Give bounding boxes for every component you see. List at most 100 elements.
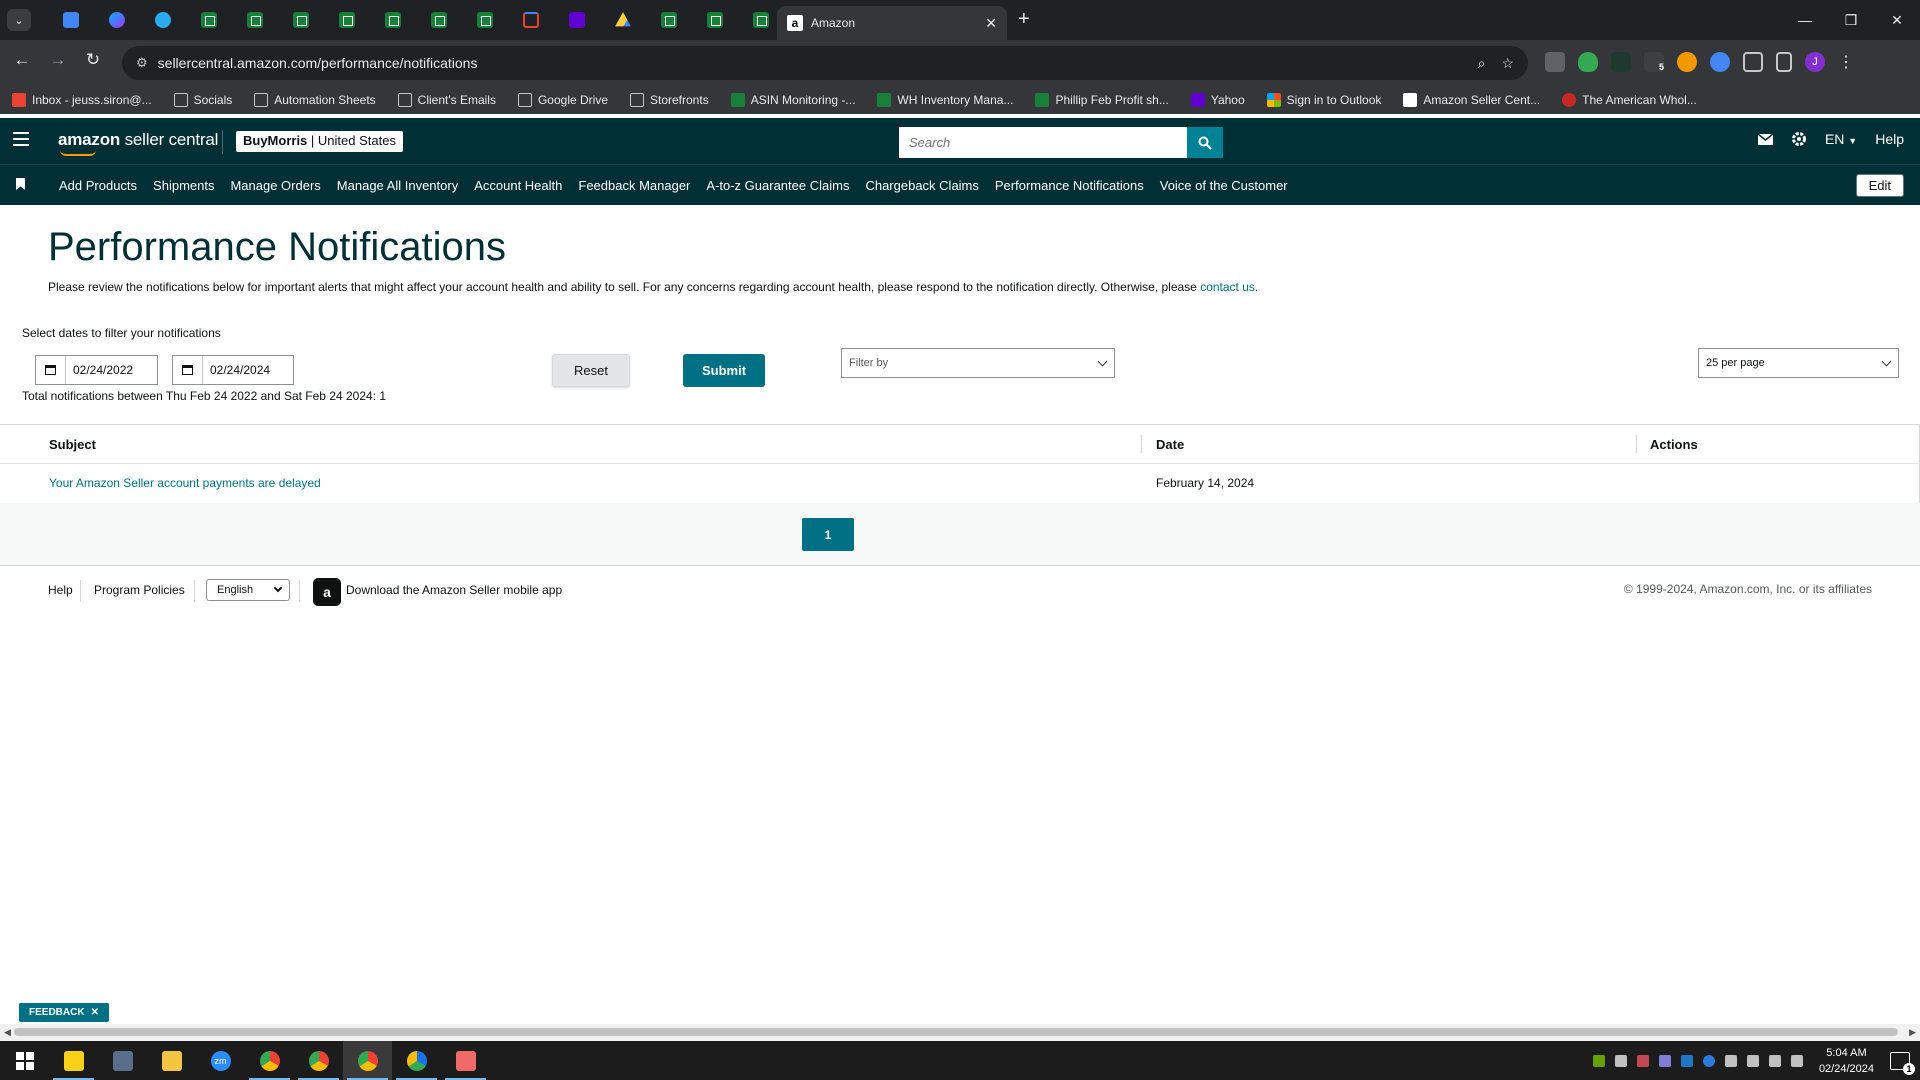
submit-button[interactable]: Submit <box>683 354 765 387</box>
filter-by-select[interactable]: Filter by <box>841 348 1115 378</box>
nav-feedback-manager[interactable]: Feedback Manager <box>578 178 690 193</box>
puzzle-icon[interactable] <box>1743 52 1763 72</box>
footer-help-link[interactable]: Help <box>48 583 73 597</box>
nav-manage-orders[interactable]: Manage Orders <box>230 178 320 193</box>
pinned-tab-messenger[interactable] <box>94 10 140 30</box>
nvidia-icon[interactable] <box>1592 1054 1605 1067</box>
bookmark-folder[interactable]: Client's Emails <box>397 93 496 107</box>
nav-performance-notifications[interactable]: Performance Notifications <box>995 178 1144 193</box>
pinned-tab-sheets[interactable] <box>692 10 738 30</box>
page-button-current[interactable]: 1 <box>802 518 854 551</box>
bookmark-item[interactable]: Amazon Seller Cent... <box>1403 93 1540 107</box>
taskbar-calculator[interactable] <box>98 1041 147 1080</box>
close-tab-icon[interactable]: ✕ <box>985 15 997 32</box>
pinned-tab-sheets[interactable] <box>370 10 416 30</box>
volume-icon[interactable] <box>1746 1054 1759 1067</box>
taskbar-chrome-beta[interactable] <box>392 1041 441 1080</box>
back-icon[interactable]: ← <box>10 50 34 70</box>
tab-search-button[interactable]: ⌄ <box>7 9 31 31</box>
active-tab[interactable]: a Amazon ✕ <box>777 6 1007 40</box>
per-page-select[interactable]: 25 per page <box>1698 348 1899 378</box>
bookmark-item[interactable]: Phillip Feb Profit sh... <box>1035 93 1169 107</box>
taskbar-sticky-notes[interactable] <box>49 1041 98 1080</box>
close-icon[interactable]: ✕ <box>91 1007 99 1018</box>
edit-nav-button[interactable]: Edit <box>1855 174 1904 197</box>
start-button[interactable] <box>0 1041 49 1080</box>
reload-icon[interactable]: ↻ <box>81 50 105 70</box>
calendar-icon-wrap[interactable] <box>36 356 66 384</box>
scroll-right-icon[interactable]: ▶ <box>1909 1027 1916 1038</box>
notification-center-icon[interactable]: 1 <box>1890 1051 1915 1075</box>
profile-avatar[interactable]: J <box>1805 52 1825 72</box>
help-link[interactable]: Help <box>1875 131 1904 147</box>
bookmark-star-icon[interactable]: ☆ <box>1501 55 1514 72</box>
blue-extension-icon[interactable] <box>1710 52 1730 72</box>
pinned-tab-yahoo-mail[interactable] <box>554 10 600 30</box>
ks-extension-icon[interactable] <box>1611 52 1631 72</box>
pinned-tab-sheets[interactable] <box>278 10 324 30</box>
pinned-tab-sheets[interactable] <box>416 10 462 30</box>
column-date[interactable]: Date <box>1156 437 1184 452</box>
taskbar-chrome[interactable] <box>245 1041 294 1080</box>
system-clock[interactable]: 5:04 AM 02/24/2024 <box>1819 1045 1874 1077</box>
seller-search-input[interactable] <box>899 127 1187 158</box>
slack-icon[interactable] <box>1636 1054 1649 1067</box>
taskbar-zoom[interactable]: zm <box>196 1041 245 1080</box>
account-switcher[interactable]: BuyMorris | United States <box>236 131 403 152</box>
site-info-icon[interactable]: ⚙ <box>136 55 148 71</box>
nav-chargeback-claims[interactable]: Chargeback Claims <box>865 178 978 193</box>
pinned-tab-telegram[interactable] <box>140 10 186 30</box>
calendar-icon-wrap[interactable] <box>173 356 203 384</box>
people-icon[interactable] <box>1614 1054 1627 1067</box>
horizontal-scrollbar[interactable]: ◀ ▶ <box>0 1024 1920 1041</box>
seller-central-logo[interactable]: amazon seller central <box>58 130 218 150</box>
bookmark-folder[interactable]: Storefronts <box>630 93 709 107</box>
bookmark-item[interactable]: ASIN Monitoring -... <box>730 93 855 107</box>
bookmark-item[interactable]: WH Inventory Mana... <box>877 93 1013 107</box>
scroll-left-icon[interactable]: ◀ <box>4 1027 11 1038</box>
network-icon[interactable] <box>1768 1054 1781 1067</box>
feedback-button[interactable]: FEEDBACK ✕ <box>19 1003 109 1022</box>
nav-a-to-z-claims[interactable]: A-to-z Guarantee Claims <box>706 178 849 193</box>
notification-subject-link[interactable]: Your Amazon Seller account payments are … <box>49 476 321 490</box>
nav-shipments[interactable]: Shipments <box>153 178 214 193</box>
new-tab-button[interactable]: + <box>1018 8 1030 31</box>
battery-icon[interactable] <box>1724 1054 1737 1067</box>
pinned-tab-sheets[interactable] <box>186 10 232 30</box>
mail-icon[interactable] <box>1757 133 1773 145</box>
minimize-icon[interactable]: — <box>1782 0 1828 40</box>
footer-policies-link[interactable]: Program Policies <box>94 583 185 597</box>
language-selector[interactable]: EN ▼ <box>1825 131 1857 147</box>
download-app-link[interactable]: Download the Amazon Seller mobile app <box>346 583 562 597</box>
end-date-field[interactable]: 02/24/2024 <box>172 355 294 385</box>
reset-button[interactable]: Reset <box>552 354 630 387</box>
bookmark-item[interactable]: Sign in to Outlook <box>1266 93 1381 107</box>
nav-account-health[interactable]: Account Health <box>474 178 562 193</box>
hamburger-menu-icon[interactable] <box>13 132 29 150</box>
bookmark-item[interactable]: Inbox - jeuss.siron@... <box>12 93 152 107</box>
search-button[interactable] <box>1187 127 1223 158</box>
column-subject[interactable]: Subject <box>49 437 96 452</box>
bookmark-icon[interactable] <box>16 178 25 190</box>
close-window-icon[interactable]: ✕ <box>1874 0 1920 40</box>
scrollbar-thumb[interactable] <box>14 1028 1898 1036</box>
restore-icon[interactable]: ❐ <box>1828 0 1874 40</box>
badge-extension-icon[interactable]: 5 <box>1644 52 1664 72</box>
qr-extension-icon[interactable] <box>1545 52 1565 72</box>
seller-app-icon[interactable]: a <box>313 578 341 606</box>
nav-manage-all-inventory[interactable]: Manage All Inventory <box>337 178 458 193</box>
pinned-tab-docs[interactable] <box>48 10 94 30</box>
microphone-icon[interactable] <box>1790 1054 1803 1067</box>
pinned-tab-sheets[interactable] <box>324 10 370 30</box>
bookmark-item[interactable]: Yahoo <box>1190 93 1245 107</box>
taskbar-file-explorer[interactable] <box>147 1041 196 1080</box>
gear-icon[interactable] <box>1791 131 1807 147</box>
pinned-tab-sheets[interactable] <box>646 10 692 30</box>
bookmark-folder[interactable]: Google Drive <box>517 93 608 107</box>
taskbar-app[interactable] <box>441 1041 490 1080</box>
nav-add-products[interactable]: Add Products <box>59 178 137 193</box>
shield-extension-icon[interactable] <box>1578 52 1598 72</box>
bookmark-folder[interactable]: Automation Sheets <box>254 93 376 107</box>
pinned-tab-sheets[interactable] <box>232 10 278 30</box>
pinned-tab-drive[interactable] <box>600 10 646 30</box>
